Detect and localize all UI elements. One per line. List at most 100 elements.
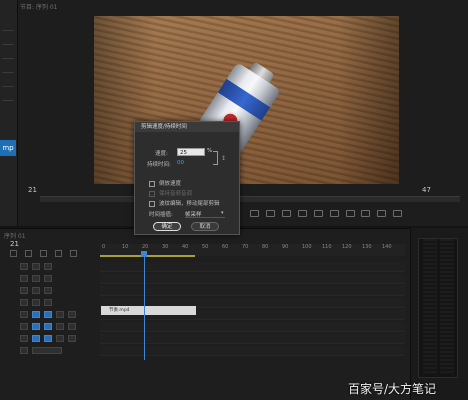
duration-value[interactable]: 00 (177, 160, 184, 166)
panel-row (2, 58, 14, 59)
reverse-speed-option[interactable]: 倒放速度 (149, 179, 181, 187)
track-lock-icon[interactable] (20, 275, 28, 282)
track-sync-icon[interactable] (32, 263, 40, 270)
dialog-title[interactable]: 剪辑速度/持续时间 (135, 122, 239, 132)
source-panel-tab[interactable]: mp (0, 140, 16, 156)
reverse-speed-label: 倒放速度 (159, 181, 182, 187)
mark-in-icon[interactable] (250, 210, 259, 217)
speed-unit: % (207, 148, 213, 154)
track-lock-icon[interactable] (20, 263, 28, 270)
play-icon[interactable] (313, 210, 323, 217)
panel-row (2, 86, 14, 87)
track-mic-icon[interactable] (68, 311, 76, 318)
wrench-icon[interactable] (69, 250, 77, 257)
reverse-speed-checkbox[interactable] (149, 180, 155, 187)
video-clip[interactable]: 节奏.mp4 (101, 306, 196, 315)
go-to-out-icon[interactable] (345, 210, 355, 217)
ruler-tick-label: 60 (222, 244, 229, 250)
track-eye-icon[interactable] (44, 299, 52, 306)
panel-row (2, 30, 14, 31)
track-mic-icon[interactable] (68, 323, 76, 330)
track-mute-icon[interactable] (44, 323, 52, 330)
master-volume-field[interactable] (32, 347, 62, 354)
track-target-icon[interactable] (32, 311, 40, 318)
track-header-v2 (2, 274, 98, 284)
track-mute-icon[interactable] (44, 311, 52, 318)
video-track-lane[interactable] (100, 274, 405, 284)
maintain-pitch-label: 保持音频音调 (159, 191, 193, 197)
step-back-icon[interactable] (297, 210, 307, 217)
monitor-header[interactable]: 节目: 序列 01 (20, 2, 220, 11)
monitor-timecode-duration: 47 (422, 186, 431, 194)
track-eye-icon[interactable] (44, 263, 52, 270)
ruler-tick-label: 120 (342, 244, 352, 250)
ruler-tick-label: 50 (202, 244, 209, 250)
extract-icon[interactable] (377, 210, 387, 217)
track-mic-icon[interactable] (68, 335, 76, 342)
track-lock-icon[interactable] (20, 335, 28, 342)
track-target-icon[interactable] (32, 335, 40, 342)
ruler-tick-label: 90 (282, 244, 289, 250)
track-solo-icon[interactable] (56, 311, 64, 318)
audio-meter (418, 238, 458, 378)
interpolation-select[interactable]: 帧采样 (185, 210, 225, 218)
step-forward-icon[interactable] (329, 210, 339, 217)
track-solo-icon[interactable] (56, 335, 64, 342)
ruler-tick-label: 110 (322, 244, 332, 250)
lift-icon[interactable] (361, 210, 371, 217)
snap-icon[interactable] (24, 250, 32, 257)
ripple-edit-label: 波纹编辑，移动尾部剪辑 (159, 201, 220, 207)
ok-button[interactable]: 确定 (153, 222, 181, 231)
panel-row (2, 44, 14, 45)
panel-row (2, 72, 14, 73)
mark-out-icon[interactable] (265, 210, 275, 217)
track-lock-icon[interactable] (20, 323, 28, 330)
ripple-edit-checkbox[interactable] (149, 200, 155, 207)
track-solo-icon[interactable] (56, 323, 64, 330)
video-track-lane[interactable] (100, 286, 405, 296)
speed-input[interactable]: 25 (177, 148, 205, 156)
track-sync-icon[interactable] (32, 275, 40, 282)
ruler-tick-label: 10 (122, 244, 129, 250)
nest-icon[interactable] (10, 250, 17, 257)
audio-track-lane[interactable] (100, 322, 405, 332)
ruler-tick-label: 0 (102, 244, 106, 250)
monitor-timecode-current[interactable]: 21 (28, 186, 37, 194)
track-lock-icon[interactable] (20, 311, 28, 318)
track-sync-icon[interactable] (32, 287, 40, 294)
track-header-a1 (2, 310, 98, 320)
timeline-timecode[interactable]: 21 (10, 240, 19, 248)
watermark: 百家号/大方笔记 (348, 382, 437, 396)
track-lock-icon[interactable] (20, 347, 28, 354)
audio-track-lane[interactable] (100, 334, 405, 344)
add-marker-icon[interactable] (54, 250, 62, 257)
duration-label: 持续时间: (147, 162, 171, 168)
track-eye-icon[interactable] (44, 287, 52, 294)
cancel-button[interactable]: 取消 (191, 222, 219, 231)
chain-link-icon[interactable]: ↕ (221, 155, 226, 162)
monitor-scrub-bar[interactable] (40, 196, 460, 202)
work-area-bar[interactable] (100, 255, 195, 257)
track-header-master (2, 346, 98, 356)
track-target-icon[interactable] (32, 323, 40, 330)
chevron-down-icon[interactable]: ▾ (221, 210, 224, 216)
transport-controls (250, 210, 407, 220)
link-bracket (213, 151, 218, 165)
export-frame-icon[interactable] (393, 210, 403, 217)
speed-label: 速度: (155, 151, 168, 157)
ruler-tick-label: 130 (362, 244, 372, 250)
track-eye-icon[interactable] (44, 275, 52, 282)
meter-bar-right (440, 239, 454, 375)
master-track-lane[interactable] (100, 346, 405, 356)
linked-selection-icon[interactable] (39, 250, 47, 257)
go-to-in-icon[interactable] (281, 210, 291, 217)
track-lock-icon[interactable] (20, 299, 28, 306)
video-track-lane[interactable] (100, 262, 405, 272)
track-lock-icon[interactable] (20, 287, 28, 294)
track-header-v1b (2, 286, 98, 296)
ripple-edit-option[interactable]: 波纹编辑，移动尾部剪辑 (149, 199, 220, 207)
ruler-tick-label: 100 (302, 244, 312, 250)
track-mute-icon[interactable] (44, 335, 52, 342)
timeline-tools (10, 250, 83, 259)
track-sync-icon[interactable] (32, 299, 40, 306)
